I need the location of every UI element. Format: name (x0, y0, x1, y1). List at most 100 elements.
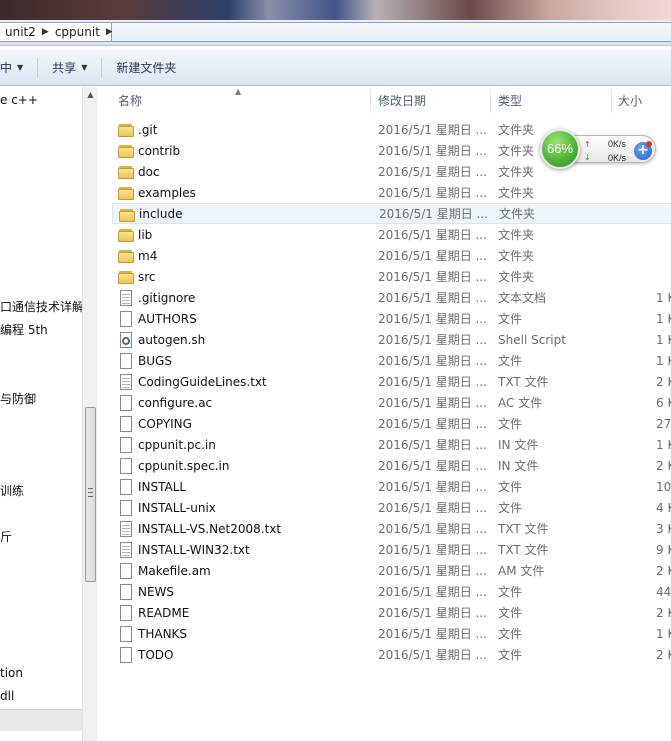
file-row[interactable]: lib 2016/5/1 星期日 ... 文件夹 (112, 224, 671, 245)
network-speed-widget[interactable]: 66% ↑ 0K/s ↓ 0K/s + (540, 129, 658, 171)
file-date: 2016/5/1 星期日 ... (378, 606, 487, 620)
file-type: 文件夹 (498, 144, 535, 158)
file-row[interactable]: INSTALL 2016/5/1 星期日 ... 文件 10 K (112, 476, 671, 497)
file-size: 1 K (656, 311, 671, 326)
file-name: cppunit.spec.in (138, 458, 230, 473)
new-folder-button[interactable]: 新建文件夹 (108, 56, 184, 80)
file-size: 2 K (656, 458, 671, 473)
organize-button[interactable]: 中 ▼ (0, 56, 31, 80)
file-icon (118, 647, 134, 663)
file-name: m4 (138, 248, 158, 263)
new-folder-label: 新建文件夹 (116, 61, 177, 75)
nav-item[interactable]: 斤 (0, 528, 12, 545)
column-header-name[interactable]: 名称 (98, 87, 368, 115)
file-row[interactable]: NEWS 2016/5/1 星期日 ... 文件 44 K (112, 581, 671, 602)
file-size: 2 K (656, 563, 671, 578)
file-row[interactable]: INSTALL-WIN32.txt 2016/5/1 星期日 ... TXT 文件 9… (112, 539, 671, 560)
file-row[interactable]: COPYING 2016/5/1 星期日 ... 文件 27 K (112, 413, 671, 434)
file-date: 2016/5/1 星期日 ... (378, 480, 487, 494)
file-row[interactable]: Makefile.am 2016/5/1 星期日 ... AM 文件 2 K (112, 560, 671, 581)
file-date: 2016/5/1 星期日 ... (378, 312, 487, 326)
nav-item[interactable]: e c++ (0, 93, 38, 107)
file-date: 2016/5/1 星期日 ... (378, 438, 487, 452)
nav-item[interactable]: 训练 (0, 482, 24, 499)
file-date: 2016/5/1 星期日 ... (378, 333, 487, 347)
file-date: 2016/5/1 星期日 ... (378, 165, 487, 179)
file-row[interactable]: m4 2016/5/1 星期日 ... 文件夹 (112, 245, 671, 266)
file-date: 2016/5/1 星期日 ... (378, 144, 487, 158)
file-type: 文件 (498, 354, 523, 368)
memory-usage-ball[interactable]: 66% (540, 129, 580, 169)
file-name: AUTHORS (138, 311, 197, 326)
file-row[interactable]: TODO 2016/5/1 星期日 ... 文件 2 K (112, 644, 671, 665)
file-icon (118, 458, 134, 474)
file-type: IN 文件 (498, 438, 539, 452)
file-date: 2016/5/1 星期日 ... (379, 207, 488, 221)
file-row[interactable]: CodingGuideLines.txt 2016/5/1 星期日 ... TXT … (112, 371, 671, 392)
scrollbar-thumb[interactable] (85, 407, 96, 582)
file-row[interactable]: BUGS 2016/5/1 星期日 ... 文件 1 K (112, 350, 671, 371)
address-input-area[interactable] (112, 22, 671, 42)
script-file-icon (118, 332, 134, 348)
file-size: 6 K (656, 395, 671, 410)
arrow-up-icon: ↑ (584, 140, 591, 149)
file-row[interactable]: README 2016/5/1 星期日 ... 文件 2 K (112, 602, 671, 623)
file-type: 文件 (498, 312, 523, 326)
toolbar-divider (37, 57, 39, 78)
share-button[interactable]: 共享 ▼ (44, 56, 95, 80)
column-header-size[interactable]: 大小 (598, 87, 671, 115)
file-date: 2016/5/1 星期日 ... (378, 543, 487, 557)
nav-horizontal-scrollbar[interactable] (0, 709, 82, 731)
file-row[interactable]: autogen.sh 2016/5/1 星期日 ... Shell Script 1 … (112, 329, 671, 350)
file-row[interactable]: INSTALL-unix 2016/5/1 星期日 ... 文件 4 K (112, 497, 671, 518)
file-row[interactable]: include 2016/5/1 星期日 ... 文件夹 (112, 203, 671, 224)
file-date: 2016/5/1 星期日 ... (378, 186, 487, 200)
file-type: AC 文件 (498, 396, 543, 410)
address-bar[interactable]: unit2 ▶ cppunit ▶ (0, 20, 671, 46)
command-bar: 中 ▼ 共享 ▼ 新建文件夹 (0, 50, 671, 86)
file-date: 2016/5/1 星期日 ... (378, 417, 487, 431)
file-row[interactable]: cppunit.spec.in 2016/5/1 星期日 ... IN 文件 2 K (112, 455, 671, 476)
folder-icon (118, 269, 134, 285)
file-date: 2016/5/1 星期日 ... (378, 627, 487, 641)
file-date: 2016/5/1 星期日 ... (378, 459, 487, 473)
file-icon (118, 500, 134, 516)
file-row[interactable]: configure.ac 2016/5/1 星期日 ... AC 文件 6 K (112, 392, 671, 413)
file-row[interactable]: INSTALL-VS.Net2008.txt 2016/5/1 星期日 ... TX… (112, 518, 671, 539)
file-name: contrib (138, 143, 181, 158)
nav-item[interactable]: 编程 5th (0, 321, 48, 338)
file-name: Makefile.am (138, 563, 211, 578)
file-name: THANKS (138, 626, 188, 641)
breadcrumb-item-current[interactable]: cppunit (50, 25, 105, 39)
nav-item[interactable]: dll (0, 689, 14, 703)
breadcrumb-item-parent[interactable]: unit2 (0, 25, 41, 39)
nav-item[interactable]: tion (0, 666, 23, 680)
file-row[interactable]: cppunit.pc.in 2016/5/1 星期日 ... IN 文件 1 K (112, 434, 671, 455)
file-name: .gitignore (138, 290, 196, 305)
folder-icon (118, 164, 134, 180)
scroll-up-icon[interactable]: ▲ (83, 87, 98, 103)
breadcrumb[interactable]: unit2 ▶ cppunit ▶ (0, 22, 113, 42)
column-header-date[interactable]: 修改日期 (358, 87, 478, 115)
text-file-icon (118, 374, 134, 390)
file-date: 2016/5/1 星期日 ... (378, 228, 487, 242)
nav-item[interactable]: 口通信技术详解 (0, 298, 84, 315)
file-row[interactable]: .gitignore 2016/5/1 星期日 ... 文本文档 1 K (112, 287, 671, 308)
file-icon (118, 584, 134, 600)
file-date: 2016/5/1 星期日 ... (378, 291, 487, 305)
file-size: 4 K (656, 500, 671, 515)
nav-item[interactable]: 与防御 (0, 390, 36, 407)
text-file-icon (118, 290, 134, 306)
chevron-right-icon[interactable]: ▶ (41, 27, 50, 37)
file-type: IN 文件 (498, 459, 539, 473)
file-date: 2016/5/1 星期日 ... (378, 564, 487, 578)
file-date: 2016/5/1 星期日 ... (378, 585, 487, 599)
file-row[interactable]: THANKS 2016/5/1 星期日 ... 文件 1 K (112, 623, 671, 644)
column-header-type[interactable]: 类型 (478, 87, 598, 115)
nav-vertical-scrollbar[interactable]: ▲ (82, 87, 97, 741)
folder-icon (118, 143, 134, 159)
file-row[interactable]: src 2016/5/1 星期日 ... 文件夹 (112, 266, 671, 287)
file-row[interactable]: AUTHORS 2016/5/1 星期日 ... 文件 1 K (112, 308, 671, 329)
file-name: BUGS (138, 353, 172, 368)
file-row[interactable]: examples 2016/5/1 星期日 ... 文件夹 (112, 182, 671, 203)
